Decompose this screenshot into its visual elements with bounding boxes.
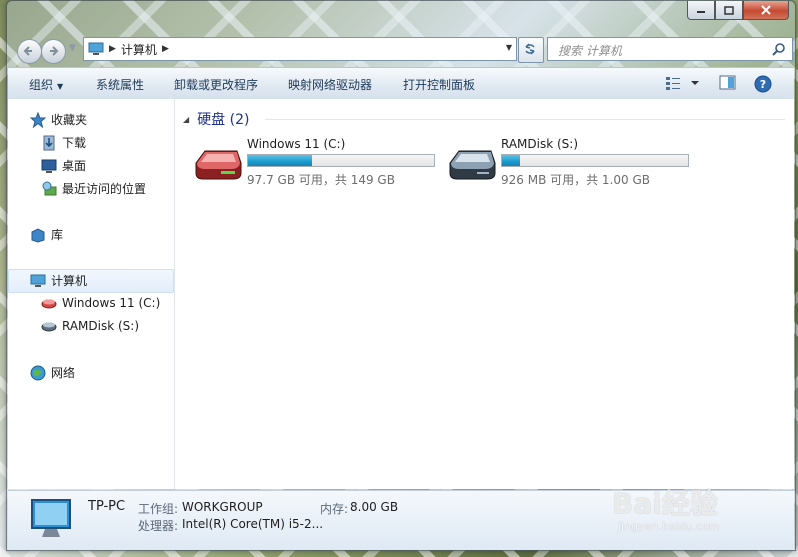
refresh-button[interactable] bbox=[518, 37, 544, 63]
sidebar-item-desktop[interactable]: 桌面 bbox=[41, 157, 86, 174]
system-drive-icon bbox=[41, 299, 57, 309]
cpu-label: 处理器: bbox=[138, 519, 179, 533]
breadcrumb-arrow-icon[interactable]: ▶ bbox=[109, 44, 116, 54]
uninstall-program-button[interactable]: 卸载或更改程序 bbox=[174, 76, 258, 93]
organize-menu[interactable]: 组织 ▼ bbox=[29, 76, 63, 93]
breadcrumb-arrow-icon[interactable]: ▶ bbox=[162, 44, 169, 54]
hard-drive-icon bbox=[449, 150, 496, 180]
refresh-icon bbox=[525, 43, 535, 55]
group-divider bbox=[265, 119, 785, 120]
preview-pane-button[interactable] bbox=[719, 75, 737, 94]
maximize-button[interactable] bbox=[715, 1, 743, 20]
sidebar-item-downloads[interactable]: 下载 bbox=[41, 134, 86, 151]
view-list-icon bbox=[666, 77, 699, 90]
drive-tile-c[interactable]: Windows 11 (C:) 97.7 GB 可用，共 149 GB bbox=[193, 137, 437, 187]
search-box[interactable]: 搜索 计算机 bbox=[547, 37, 793, 61]
minimize-button[interactable] bbox=[687, 1, 715, 20]
content-area: 收藏夹 下载 桌面 最近访问的位置 库 计算机 Windows 11 (C:) … bbox=[8, 99, 794, 489]
downloads-folder-icon bbox=[43, 135, 55, 150]
open-control-panel-button[interactable]: 打开控制面板 bbox=[403, 76, 475, 93]
close-button[interactable] bbox=[743, 1, 789, 20]
computer-icon bbox=[88, 42, 104, 55]
computer-icon bbox=[31, 499, 71, 537]
network-globe-icon bbox=[30, 365, 46, 380]
svg-text:?: ? bbox=[760, 78, 766, 91]
help-icon: ? bbox=[754, 75, 772, 93]
library-icon bbox=[31, 227, 45, 243]
help-button[interactable]: ? bbox=[754, 75, 772, 96]
address-dropdown-icon[interactable]: ▼ bbox=[506, 43, 512, 52]
search-placeholder: 搜索 计算机 bbox=[558, 44, 622, 58]
back-button[interactable] bbox=[17, 39, 42, 64]
drive-tile-s[interactable]: RAMDisk (S:) 926 MB 可用，共 1.00 GB bbox=[447, 137, 691, 187]
search-icon bbox=[772, 43, 785, 56]
drive-usage-bar bbox=[501, 154, 689, 167]
sidebar-item-drive-c[interactable]: Windows 11 (C:) bbox=[41, 295, 160, 311]
minimize-icon bbox=[697, 11, 705, 13]
sidebar-item-favorites[interactable]: 收藏夹 bbox=[30, 111, 87, 128]
system-drive-icon bbox=[195, 150, 242, 180]
recent-pages-dropdown-icon[interactable]: ▼ bbox=[69, 43, 76, 53]
chevron-down-icon: ▼ bbox=[57, 82, 64, 91]
memory-value: 8.00 GB bbox=[350, 500, 399, 514]
desktop-icon bbox=[41, 159, 57, 173]
hard-drive-icon bbox=[41, 322, 57, 332]
sidebar-item-libraries[interactable]: 库 bbox=[30, 226, 63, 243]
sidebar-item-recent[interactable]: 最近访问的位置 bbox=[41, 180, 146, 197]
sidebar-item-computer[interactable]: 计算机 bbox=[30, 272, 87, 289]
drive-free-space: 926 MB 可用，共 1.00 GB bbox=[501, 173, 650, 187]
drive-name: Windows 11 (C:) bbox=[247, 137, 346, 151]
workgroup-value: WORKGROUP bbox=[182, 500, 263, 514]
file-list: ◢ 硬盘 (2) Windows 11 (C:) 97.7 GB 可用，共 14… bbox=[175, 99, 794, 489]
drive-usage-fill bbox=[502, 155, 520, 166]
recent-places-icon bbox=[42, 181, 57, 195]
memory-label: 内存: bbox=[320, 502, 349, 516]
map-network-drive-button[interactable]: 映射网络驱动器 bbox=[288, 76, 372, 93]
maximize-icon bbox=[724, 5, 734, 15]
details-pane: TP-PC 工作组: WORKGROUP 内存: 8.00 GB 处理器: In… bbox=[8, 490, 794, 550]
address-bar[interactable]: ▶ 计算机 ▶ ▼ bbox=[83, 37, 517, 61]
command-bar: 组织 ▼ 系统属性 卸载或更改程序 映射网络驱动器 打开控制面板 ? bbox=[8, 67, 794, 100]
navigation-pane[interactable]: 收藏夹 下载 桌面 最近访问的位置 库 计算机 Windows 11 (C:) … bbox=[8, 99, 175, 489]
caption-buttons bbox=[687, 1, 789, 21]
collapse-arrow-icon: ◢ bbox=[183, 114, 190, 124]
system-properties-button[interactable]: 系统属性 bbox=[96, 76, 144, 93]
preview-pane-icon bbox=[719, 75, 736, 90]
group-header-hard-drives[interactable]: ◢ 硬盘 (2) bbox=[183, 109, 249, 129]
drive-usage-bar bbox=[247, 154, 435, 167]
pc-name: TP-PC bbox=[88, 499, 126, 514]
drive-free-space: 97.7 GB 可用，共 149 GB bbox=[247, 173, 395, 187]
drive-name: RAMDisk (S:) bbox=[501, 137, 579, 151]
explorer-window: ▼ ▶ 计算机 ▶ ▼ 搜索 计算机 组织 ▼ 系统属性 卸载或更改程序 映射网络… bbox=[6, 0, 796, 551]
workgroup-label: 工作组: bbox=[138, 502, 179, 516]
cpu-value: Intel(R) Core(TM) i5-2... bbox=[182, 517, 324, 531]
computer-icon bbox=[30, 274, 46, 287]
forward-button[interactable] bbox=[41, 39, 66, 64]
change-view-button[interactable] bbox=[665, 75, 701, 94]
forward-arrow-icon bbox=[50, 46, 59, 56]
sidebar-item-network[interactable]: 网络 bbox=[30, 364, 75, 381]
close-icon bbox=[761, 5, 771, 15]
favorites-star-icon bbox=[30, 111, 46, 128]
sidebar-item-drive-s[interactable]: RAMDisk (S:) bbox=[41, 318, 139, 334]
back-arrow-icon bbox=[23, 46, 32, 56]
drive-usage-fill bbox=[248, 155, 312, 166]
breadcrumb-computer[interactable]: 计算机 bbox=[121, 41, 157, 58]
